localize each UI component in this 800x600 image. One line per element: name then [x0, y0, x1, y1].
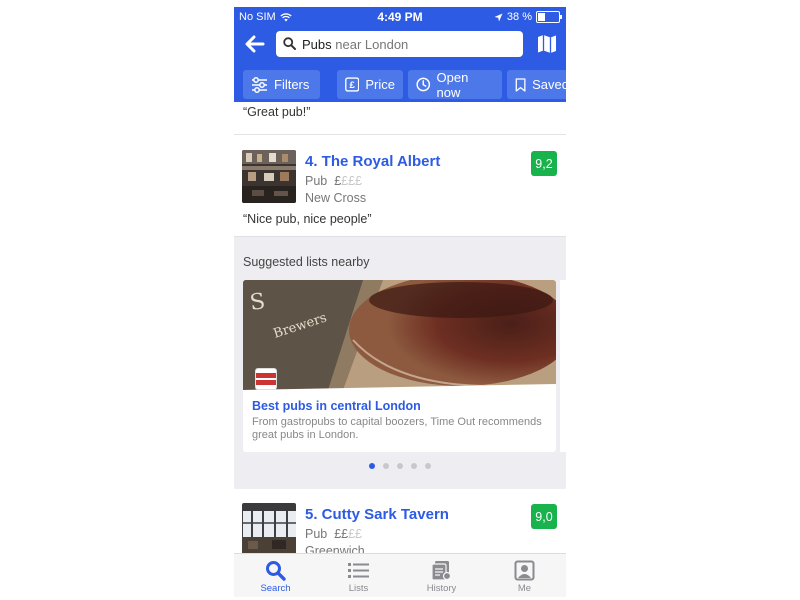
map-icon[interactable] — [536, 33, 558, 55]
search-icon — [283, 37, 296, 50]
search-location: near London — [335, 37, 409, 52]
tab-label: History — [426, 583, 457, 594]
venue-type: Pub — [305, 527, 328, 541]
carousel-dot[interactable] — [411, 463, 417, 469]
venue-type: Pub — [305, 174, 328, 188]
suggested-list-card[interactable]: S Brewers Best pubs in central London Fr… — [243, 280, 556, 452]
tab-search[interactable]: Search — [234, 554, 317, 597]
list-cover-photo: S Brewers — [243, 280, 556, 390]
tab-history[interactable]: History — [400, 554, 483, 597]
pound-icon: £ — [345, 77, 360, 92]
venue-item-royal-albert[interactable]: 4. The Royal Albert Pub ££££ New Cross 9… — [234, 135, 566, 236]
filters-chip[interactable]: Filters — [243, 70, 320, 99]
back-arrow-icon[interactable] — [242, 33, 268, 55]
battery-percent: 38 % — [506, 11, 532, 23]
price-chip[interactable]: £ Price — [337, 70, 403, 99]
venue-photo — [242, 503, 296, 556]
clock-icon — [416, 77, 431, 92]
suggested-lists-section: Suggested lists nearby S Brewers Best pu… — [234, 236, 566, 490]
venue-type-price: Pub ££££ — [305, 527, 362, 541]
section-heading: Suggested lists nearby — [243, 255, 370, 269]
venue-type-price: Pub ££££ — [305, 174, 362, 188]
rating-badge: 9,2 — [531, 151, 557, 176]
saved-chip-label: Saved — [532, 77, 566, 92]
battery-icon — [536, 11, 562, 23]
price-chip-label: Price — [365, 77, 395, 92]
search-icon — [266, 561, 286, 581]
status-bar: No SIM 4:49 PM 38 % — [234, 7, 566, 27]
venue-area: New Cross — [305, 191, 367, 205]
venue-item-cutty-sark[interactable]: 5. Cutty Sark Tavern Pub ££££ Greenwich … — [234, 489, 566, 559]
list-title[interactable]: Best pubs in central London — [252, 399, 421, 413]
time-out-logo — [255, 368, 277, 390]
venue-name[interactable]: 4. The Royal Albert — [305, 153, 440, 170]
review-quote: “Nice pub, nice people” — [243, 212, 372, 226]
price-level-inactive: ££ — [348, 527, 363, 541]
history-icon — [431, 561, 452, 581]
carousel-dots — [234, 463, 566, 469]
saved-chip[interactable]: Saved — [507, 70, 566, 99]
phone-screen: No SIM 4:49 PM 38 % Pubs near London Fil… — [234, 7, 566, 597]
app-header: No SIM 4:49 PM 38 % Pubs near London Fil… — [234, 7, 566, 102]
next-card-peek[interactable] — [560, 280, 566, 452]
open-now-chip-label: Open now — [436, 69, 469, 100]
tab-lists[interactable]: Lists — [317, 554, 400, 597]
search-input[interactable]: Pubs near London — [276, 31, 523, 57]
carousel-dot[interactable] — [383, 463, 389, 469]
search-term: Pubs — [302, 37, 332, 52]
tab-me[interactable]: Me — [483, 554, 566, 597]
svg-text:£: £ — [350, 80, 356, 91]
carousel-dot[interactable] — [397, 463, 403, 469]
list-item: “Great pub!” — [234, 102, 566, 135]
tab-bar: Search Lists History Me — [234, 553, 566, 597]
open-now-chip[interactable]: Open now — [408, 69, 502, 100]
review-quote: “Great pub!” — [243, 105, 311, 119]
filter-bar: Filters £ Price Open now Saved — [234, 67, 566, 100]
rating-badge: 9,0 — [531, 504, 557, 529]
location-arrow-icon — [494, 13, 503, 21]
bookmark-icon — [515, 77, 526, 92]
list-icon — [348, 563, 369, 578]
sliders-icon — [252, 76, 267, 93]
filters-chip-label: Filters — [274, 77, 310, 92]
carousel-dot[interactable] — [369, 463, 375, 469]
list-description: From gastropubs to capital boozers, Time… — [252, 416, 542, 441]
venue-photo — [242, 150, 296, 203]
price-level-active: ££ — [334, 527, 349, 541]
venue-name[interactable]: 5. Cutty Sark Tavern — [305, 506, 449, 523]
tab-label: Me — [517, 583, 532, 594]
tab-label: Lists — [348, 583, 369, 594]
tab-label: Search — [260, 583, 291, 594]
profile-icon — [514, 560, 535, 581]
price-level-inactive: £££ — [341, 174, 363, 188]
carousel-dot[interactable] — [425, 463, 431, 469]
